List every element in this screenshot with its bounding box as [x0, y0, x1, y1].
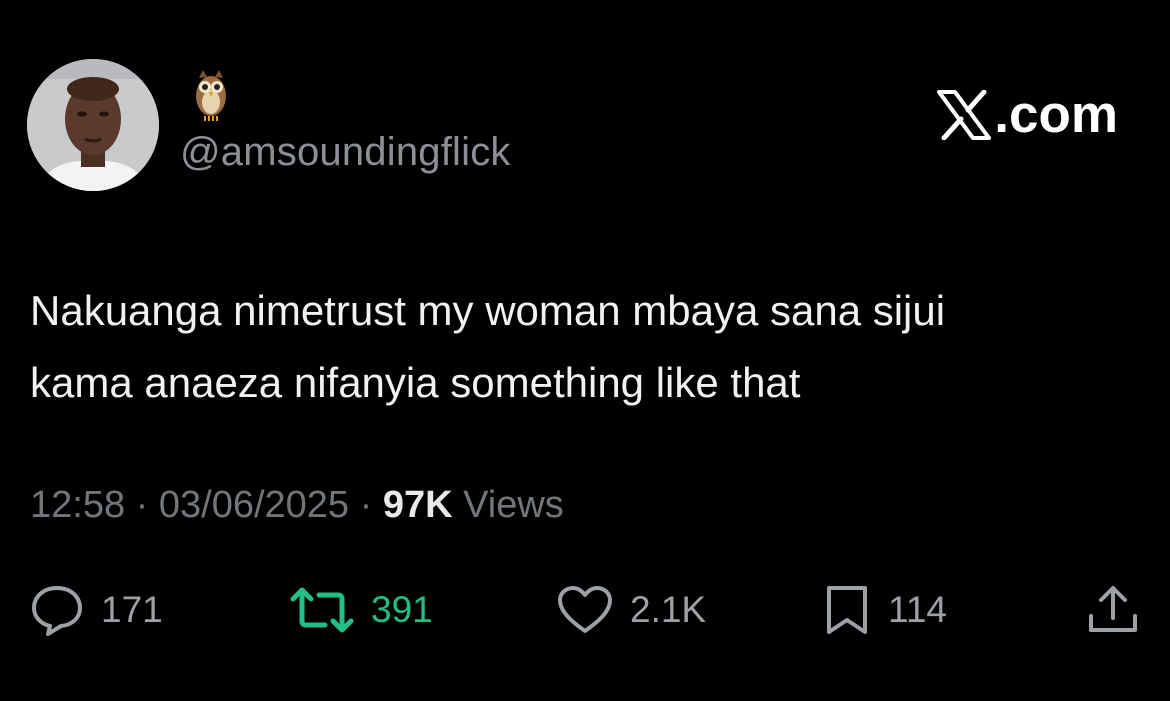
tweet-text: Nakuanga nimetrust my woman mbaya sana s…	[30, 275, 1150, 419]
tweet-time[interactable]: 12:58	[30, 484, 125, 526]
brand-suffix: .com	[994, 85, 1118, 144]
reply-icon	[32, 586, 82, 636]
brand-watermark: .com	[936, 84, 1118, 145]
tweet-date[interactable]: 03/06/2025	[159, 484, 349, 526]
bookmark-count: 114	[888, 589, 947, 630]
retweet-count: 391	[371, 589, 433, 630]
x-logo-icon	[937, 89, 992, 140]
views-count: 97K	[382, 484, 453, 526]
retweet-icon	[290, 587, 354, 633]
share-icon	[1089, 586, 1137, 632]
meta-separator: ·	[349, 484, 383, 526]
reply-button[interactable]: 171	[29, 582, 163, 638]
bookmark-button[interactable]: 114	[822, 582, 947, 638]
action-bar: 171 391 2.1K 114	[0, 582, 1170, 638]
views-label: Views	[463, 484, 564, 526]
reply-count: 171	[101, 589, 163, 630]
heart-icon	[558, 586, 612, 633]
tweet-line: Nakuanga nimetrust my woman mbaya sana s…	[30, 287, 946, 334]
author-handle[interactable]: @amsoundingflick	[180, 130, 511, 175]
meta-separator: ·	[125, 484, 159, 526]
bookmark-icon	[827, 586, 867, 634]
share-button[interactable]	[1085, 582, 1141, 638]
like-count: 2.1K	[630, 589, 707, 630]
owl-emoji-icon	[193, 68, 229, 124]
tweet-meta: 12:58 · 03/06/2025 · 97K Views	[30, 484, 564, 527]
tweet-line: kama anaeza nifanyia something like that	[30, 359, 801, 406]
retweet-button[interactable]: 391	[289, 582, 433, 638]
avatar[interactable]	[27, 59, 159, 191]
like-button[interactable]: 2.1K	[556, 582, 706, 638]
